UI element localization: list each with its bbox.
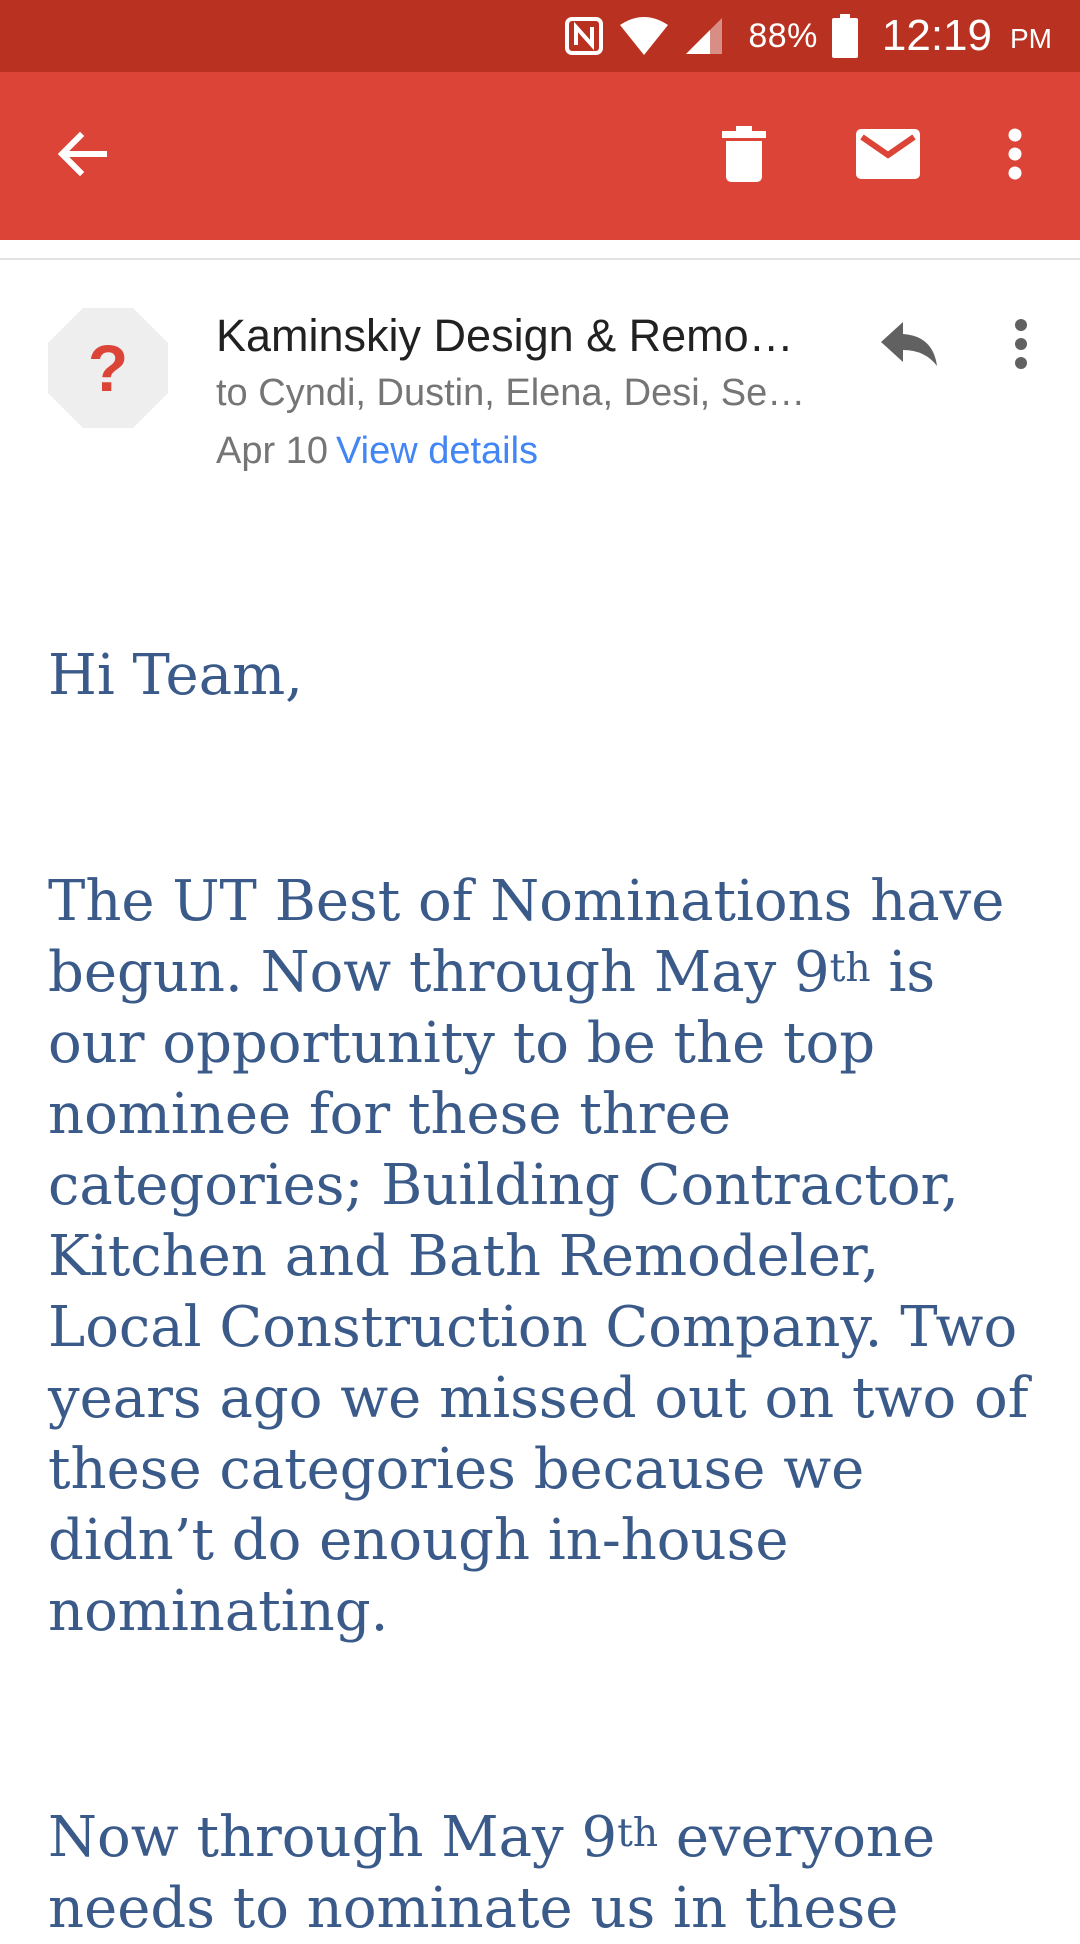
back-arrow-icon <box>54 126 110 187</box>
message-overflow-button[interactable] <box>976 296 1066 396</box>
cellular-signal-icon <box>684 16 724 56</box>
clock-ampm: PM <box>1010 23 1052 54</box>
trash-icon <box>722 125 766 187</box>
sender-avatar[interactable]: ? <box>48 308 168 428</box>
delete-button[interactable] <box>684 72 804 240</box>
recipients-line: to Cyndi, Dustin, Elena, Desi, Se… <box>216 372 806 414</box>
ordinal-suffix: th <box>617 1811 659 1857</box>
ordinal-suffix: th <box>829 946 871 992</box>
more-vert-icon <box>1014 318 1028 374</box>
battery-percent: 88% <box>748 16 818 55</box>
more-vert-icon <box>1007 128 1023 185</box>
app-toolbar <box>0 72 1080 240</box>
body-greeting: Hi Team, <box>48 643 303 708</box>
body-text: is our opportunity to be the top nominee… <box>48 940 1029 1644</box>
mail-icon <box>856 128 920 184</box>
message-body: Hi Team, The UT Best of Nominations have… <box>48 640 1048 1944</box>
message-header: ? Kaminskiy Design & Remo… to Cyndi, Dus… <box>0 280 1080 500</box>
nfc-icon <box>564 16 604 56</box>
wifi-icon <box>618 15 670 57</box>
body-text: Now through May 9 <box>48 1805 618 1870</box>
back-button[interactable] <box>22 72 142 240</box>
status-bar: 88% 12:19 PM <box>0 0 1080 72</box>
battery-icon <box>831 14 858 58</box>
mark-unread-button[interactable] <box>828 72 948 240</box>
header-divider <box>0 258 1080 260</box>
unknown-sender-icon: ? <box>87 331 129 405</box>
sender-name: Kaminskiy Design & Remo… <box>216 310 794 361</box>
reply-icon <box>881 321 939 371</box>
view-details-link[interactable]: View details <box>336 430 538 472</box>
toolbar-overflow-button[interactable] <box>955 72 1075 240</box>
date-row: Apr 10 View details <box>216 430 538 473</box>
body-paragraph: The UT Best of Nominations have begun. N… <box>48 866 1048 1647</box>
body-paragraph: Now through May 9th everyone needs to no… <box>48 1802 1048 1944</box>
reply-button[interactable] <box>860 296 960 396</box>
message-date: Apr 10 <box>216 430 328 472</box>
clock-time: 12:19 <box>881 11 992 60</box>
